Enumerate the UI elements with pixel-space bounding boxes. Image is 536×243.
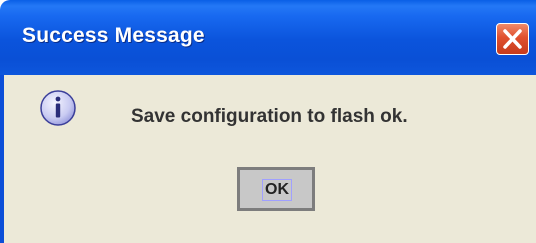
title-bar[interactable]: Success Message <box>0 0 536 75</box>
dialog-title: Success Message <box>22 24 205 47</box>
close-icon <box>503 29 522 49</box>
ok-button[interactable]: OK <box>237 167 315 211</box>
close-button[interactable] <box>496 23 529 55</box>
ok-button-label: OK <box>262 179 292 201</box>
success-message-dialog: Success Message Save configuration to fl… <box>0 0 536 243</box>
info-icon <box>40 90 76 126</box>
dialog-message: Save configuration to flash ok. <box>131 106 408 127</box>
dialog-content: Save configuration to flash ok. OK <box>4 75 536 243</box>
